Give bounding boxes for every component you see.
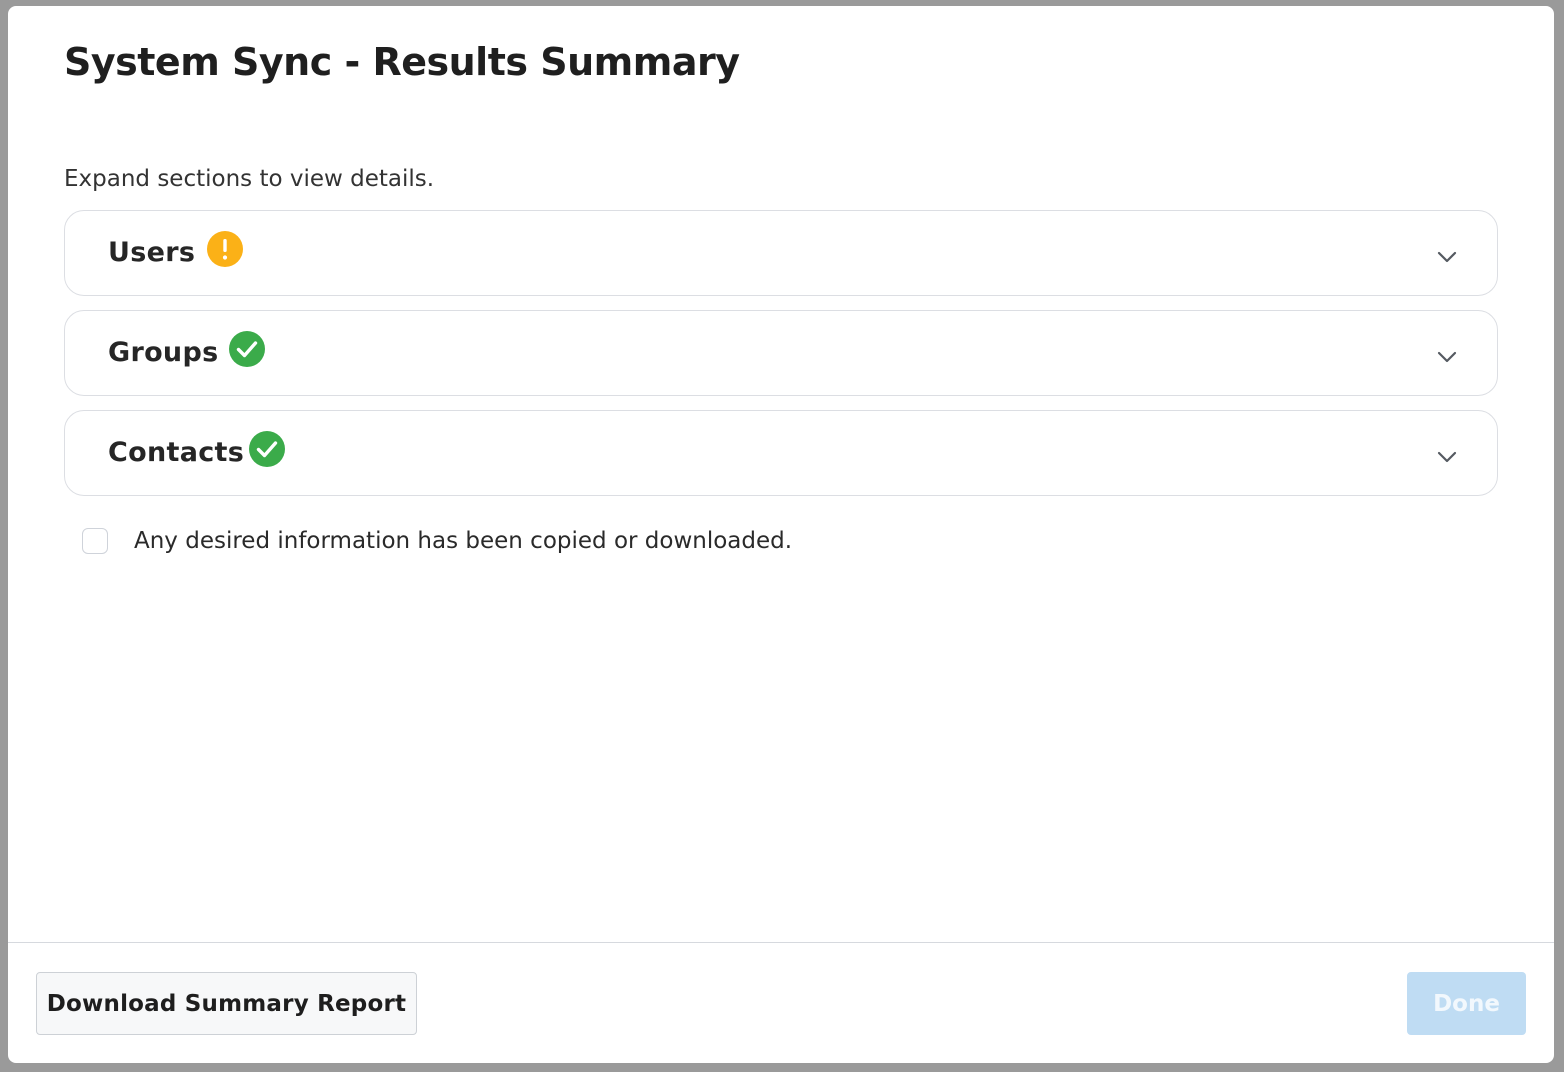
- check-circle-icon: [229, 331, 265, 367]
- sync-sections: Users Groups Contacts: [64, 210, 1498, 510]
- check-circle-icon: [249, 431, 285, 467]
- download-summary-report-button[interactable]: Download Summary Report: [36, 972, 417, 1035]
- acknowledgement-label[interactable]: Any desired information has been copied …: [134, 526, 792, 556]
- acknowledgement-checkbox[interactable]: [82, 528, 108, 554]
- section-label-users: Users: [108, 237, 196, 268]
- section-groups[interactable]: Groups: [64, 310, 1498, 396]
- footer-divider: [8, 942, 1554, 943]
- warning-icon: [207, 231, 243, 267]
- done-button[interactable]: Done: [1407, 972, 1526, 1035]
- dialog-title: System Sync - Results Summary: [64, 40, 740, 84]
- chevron-down-icon[interactable]: [1435, 445, 1459, 469]
- section-contacts[interactable]: Contacts: [64, 410, 1498, 496]
- results-summary-dialog: System Sync - Results Summary Expand sec…: [8, 6, 1554, 1063]
- chevron-down-icon[interactable]: [1435, 345, 1459, 369]
- section-label-contacts: Contacts: [108, 437, 245, 468]
- section-users[interactable]: Users: [64, 210, 1498, 296]
- section-label-groups: Groups: [108, 337, 219, 368]
- instructions-text: Expand sections to view details.: [64, 166, 435, 192]
- chevron-down-icon[interactable]: [1435, 245, 1459, 269]
